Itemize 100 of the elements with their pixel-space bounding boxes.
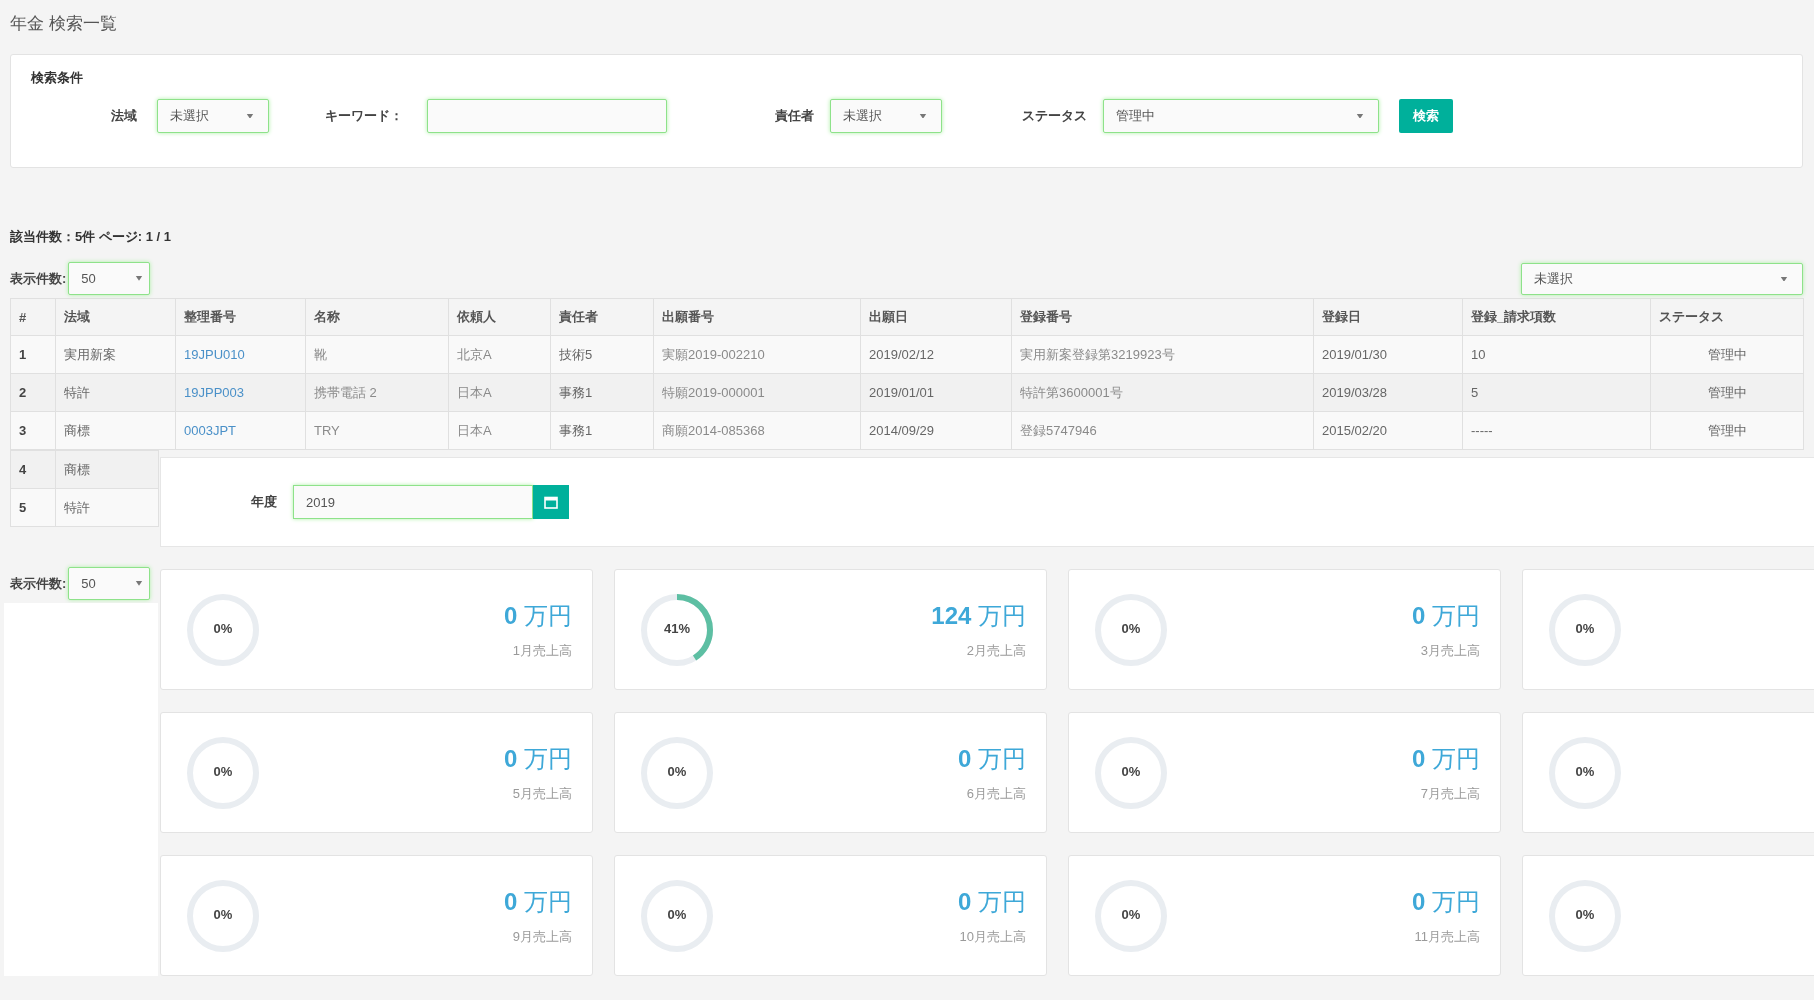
percent-label: 0% — [1574, 906, 1596, 922]
dropdown[interactable]: 未選択 — [1521, 263, 1803, 295]
year-field[interactable]: 2019 — [293, 485, 533, 519]
dropdown[interactable]: 50 — [68, 262, 151, 295]
column-header: 責任者 — [550, 298, 654, 336]
percent-label: 0% — [666, 763, 688, 779]
column-header: 依頼人 — [448, 298, 551, 336]
caret-icon — [246, 113, 254, 119]
percent-label: 0% — [1120, 906, 1142, 922]
table-cell: 2019/02/12 — [860, 335, 1012, 374]
field-label: 責任者 — [775, 107, 814, 125]
column-header: 登録番号 — [1011, 298, 1314, 336]
sales-label: 9月売上高 — [511, 927, 572, 946]
caret-icon — [919, 113, 927, 119]
dropdown[interactable]: 50 — [68, 567, 151, 600]
column-header: 出願日 — [860, 298, 1012, 336]
sales-label: 11月売上高 — [1413, 927, 1480, 946]
table-cell: 技術5 — [550, 335, 654, 374]
table-cell: 2019/01/30 — [1313, 335, 1463, 374]
table-cell: 北京A — [448, 335, 551, 374]
result-summary: 該当件数：5件 ページ: 1 / 1 — [10, 228, 172, 246]
table-cell: 商願2014-085368 — [653, 411, 861, 450]
sales-amount: 0 万円 — [503, 886, 572, 917]
column-header: ステータス — [1650, 298, 1804, 336]
column-header: 登録日 — [1313, 298, 1463, 336]
caret-icon — [1356, 113, 1364, 119]
table-cell: 2 — [10, 373, 56, 412]
dropdown[interactable]: 未選択 — [157, 99, 269, 133]
percent-label: 0% — [1120, 620, 1142, 636]
field-label: 表示件数: — [10, 574, 67, 593]
field-label: ステータス — [1022, 107, 1087, 125]
page-title: 年金 検索一覧 — [10, 13, 118, 35]
sales-amount: 0 万円 — [503, 743, 572, 774]
sales-label: 6月売上高 — [965, 784, 1026, 803]
percent-label: 0% — [212, 906, 234, 922]
sales-label: 3月売上高 — [1419, 641, 1480, 660]
dropdown[interactable]: 管理中 — [1103, 99, 1379, 133]
table-cell: 5 — [1462, 373, 1651, 412]
table-cell: 実願2019-002210 — [653, 335, 861, 374]
sales-label: 2月売上高 — [965, 641, 1026, 660]
calendar-icon — [544, 495, 558, 509]
caret-icon — [135, 581, 144, 586]
column-header: 法域 — [55, 298, 176, 336]
percent-label: 0% — [212, 763, 234, 779]
table-cell: 管理中 — [1650, 335, 1804, 374]
field-label: キーワード： — [325, 107, 403, 125]
percent-label: 41% — [663, 620, 691, 636]
sales-label: 7月売上高 — [1419, 784, 1480, 803]
column-header: 出願番号 — [653, 298, 861, 336]
percent-label: 0% — [1120, 763, 1142, 779]
table-cell: 日本A — [448, 373, 551, 412]
table-cell: 3 — [10, 411, 56, 450]
table-cell: 登録5747946 — [1011, 411, 1314, 450]
sales-amount: 0 万円 — [1411, 600, 1480, 631]
table-cell: 2015/02/20 — [1313, 411, 1463, 450]
sales-amount: 0 万円 — [503, 600, 572, 631]
table-cell: 10 — [1462, 335, 1651, 374]
percent-label: 0% — [666, 906, 688, 922]
table-cell: 特許第3600001号 — [1011, 373, 1314, 412]
column-header: 登録_請求項数 — [1462, 298, 1651, 336]
table-cell: 携帯電話 2 — [305, 373, 449, 412]
sales-amount: 0 万円 — [957, 886, 1026, 917]
caret-icon — [1780, 276, 1788, 282]
table-cell: 実用新案登録第3219923号 — [1011, 335, 1314, 374]
sales-label: 5月売上高 — [511, 784, 572, 803]
table-cell: TRY — [305, 411, 449, 450]
calendar-button[interactable] — [533, 485, 569, 519]
sales-amount: 124 万円 — [931, 600, 1026, 631]
table-cell: 実用新案 — [55, 335, 176, 374]
sales-label: 10月売上高 — [958, 927, 1026, 946]
table-cell: 事務1 — [550, 373, 654, 412]
table-cell: 特願2019-000001 — [653, 373, 861, 412]
table-cell: 特許 — [55, 373, 176, 412]
table-cell: 1 — [10, 335, 56, 374]
table-cell: 2014/09/29 — [860, 411, 1012, 450]
table-cell: 事務1 — [550, 411, 654, 450]
table-cell: 5 — [10, 488, 56, 527]
dropdown[interactable]: 未選択 — [830, 99, 942, 133]
field-label: 表示件数: — [10, 269, 67, 288]
table-cell: 靴 — [305, 335, 449, 374]
table-cell: 商標 — [55, 411, 176, 450]
percent-label: 0% — [1574, 763, 1596, 779]
table-cell: 2019/01/01 — [860, 373, 1012, 412]
sales-amount: 0 万円 — [1411, 743, 1480, 774]
table-cell: 管理中 — [1650, 411, 1804, 450]
table-cell: 商標 — [55, 450, 159, 489]
panel-title: 検索条件 — [31, 69, 83, 87]
caret-icon — [135, 276, 144, 281]
column-header: 名称 — [305, 298, 449, 336]
table-cell: 管理中 — [1650, 373, 1804, 412]
table-cell: ----- — [1462, 411, 1651, 450]
sales-amount: 0 万円 — [1411, 886, 1480, 917]
column-header: 整理番号 — [175, 298, 306, 336]
input-field[interactable] — [427, 99, 667, 133]
sales-label: 1月売上高 — [511, 641, 572, 660]
table-cell: 日本A — [448, 411, 551, 450]
table-cell: 2019/03/28 — [1313, 373, 1463, 412]
percent-label: 0% — [212, 620, 234, 636]
field-label: 法域 — [111, 107, 137, 125]
table-cell: 特許 — [55, 488, 159, 527]
